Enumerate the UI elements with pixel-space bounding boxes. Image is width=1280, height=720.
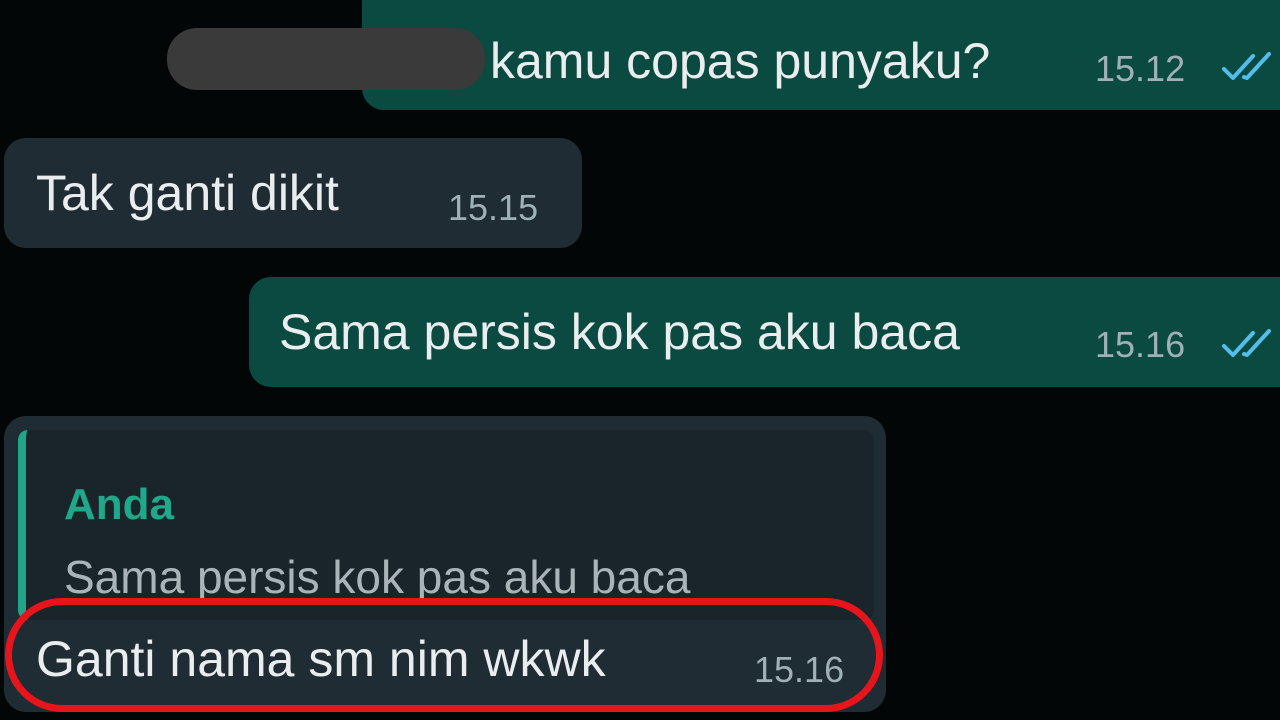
read-ticks-icon [1222, 329, 1271, 357]
message-bubble-incoming-reply[interactable]: Anda Sama persis kok pas aku baca Ganti … [4, 416, 886, 712]
message-time: 15.15 [448, 187, 539, 228]
message-text: kamu copas punyaku? [490, 33, 991, 89]
message-text: Ganti nama sm nim wkwk [36, 631, 606, 687]
quoted-text: Sama persis kok pas aku baca [64, 551, 691, 603]
message-time: 15.16 [1095, 324, 1186, 365]
message-time: 15.12 [1095, 48, 1186, 89]
message-bubble-incoming[interactable]: Tak ganti dikit 15.15 [4, 138, 582, 248]
message-bubble-outgoing[interactable]: kamu copas punyaku? 15.12 [167, 0, 1280, 110]
message-time: 15.16 [754, 649, 845, 690]
redacted-text-blur [167, 28, 485, 90]
read-ticks-icon [1222, 52, 1271, 80]
message-bubble-outgoing[interactable]: Sama persis kok pas aku baca 15.16 [249, 277, 1280, 387]
chat-conversation: kamu copas punyaku? 15.12 Tak ganti diki… [0, 0, 1280, 720]
quoted-message[interactable]: Anda Sama persis kok pas aku baca [18, 430, 874, 620]
message-text: Tak ganti dikit [36, 165, 339, 221]
quoted-author: Anda [64, 480, 174, 529]
message-text: Sama persis kok pas aku baca [279, 304, 960, 360]
